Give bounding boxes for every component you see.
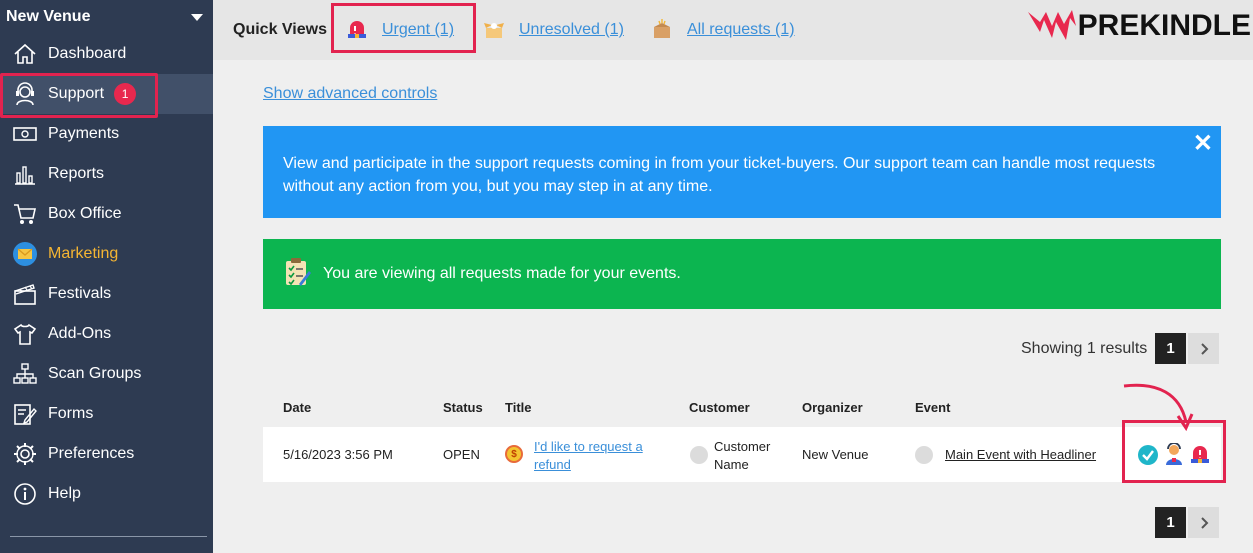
chevron-right-icon xyxy=(1200,342,1208,355)
notice-banner: You are viewing all requests made for yo… xyxy=(263,239,1221,309)
sidebar-item-label: Forms xyxy=(48,405,94,422)
sidebar-item-help[interactable]: Help xyxy=(0,474,213,514)
sidebar-item-label: Preferences xyxy=(48,445,135,462)
sidebar-item-label: Support xyxy=(48,85,105,102)
clipboard-checklist-icon xyxy=(283,257,311,292)
sidebar-item-label: Payments xyxy=(48,125,120,142)
info-banner-text: View and participate in the support requ… xyxy=(283,155,1156,195)
venue-selector[interactable]: New Venue xyxy=(0,0,213,34)
form-edit-icon xyxy=(10,401,40,427)
row-date: 5/16/2023 3:56 PM xyxy=(283,447,393,462)
main-content: Show advanced controls View and particip… xyxy=(213,60,1253,553)
sidebar: New Venue Dashboard Support 1 Payments R… xyxy=(0,0,213,553)
row-title-line2[interactable]: refund xyxy=(534,457,571,472)
prekindle-logo[interactable]: PREKINDLE xyxy=(1026,8,1251,44)
column-header-status[interactable]: Status xyxy=(443,400,483,415)
next-page-button[interactable] xyxy=(1188,333,1219,364)
resolve-check-icon[interactable] xyxy=(1137,444,1159,469)
siren-icon xyxy=(346,18,368,43)
quick-views-label: Quick Views xyxy=(233,21,327,38)
venue-name: New Venue xyxy=(6,8,91,25)
gear-icon xyxy=(10,441,40,467)
quick-view-all-requests-link[interactable]: All requests (1) xyxy=(687,21,795,39)
sidebar-item-preferences[interactable]: Preferences xyxy=(0,434,213,474)
support-agent-icon[interactable] xyxy=(1163,442,1185,468)
next-page-button-bottom[interactable] xyxy=(1188,507,1219,538)
column-header-organizer[interactable]: Organizer xyxy=(802,400,863,415)
row-event[interactable]: Main Event with Headliner xyxy=(945,447,1096,462)
page-button-current-bottom[interactable]: 1 xyxy=(1155,507,1186,538)
quick-view-unresolved[interactable]: Unresolved (1) xyxy=(483,0,624,60)
sidebar-item-label: Festivals xyxy=(48,285,112,302)
quick-view-urgent-link[interactable]: Urgent (1) xyxy=(382,21,454,39)
sidebar-item-marketing[interactable]: Marketing xyxy=(0,234,213,274)
row-status: OPEN xyxy=(443,447,480,462)
notice-banner-text: You are viewing all requests made for yo… xyxy=(323,265,681,282)
sidebar-item-label: Reports xyxy=(48,165,105,182)
cart-icon xyxy=(10,201,40,227)
info-icon xyxy=(10,481,40,507)
results-count: Showing 1 results xyxy=(1021,340,1148,357)
logo-text: PREKINDLE xyxy=(1077,9,1251,42)
sidebar-item-label: Help xyxy=(48,485,81,502)
sidebar-item-support[interactable]: Support 1 xyxy=(0,74,213,114)
quick-view-urgent[interactable]: Urgent (1) xyxy=(346,0,454,60)
column-header-title[interactable]: Title xyxy=(505,400,532,415)
quick-view-all-requests[interactable]: All requests (1) xyxy=(651,0,795,60)
quick-view-unresolved-link[interactable]: Unresolved (1) xyxy=(519,21,624,39)
clapperboard-icon xyxy=(10,281,40,307)
sidebar-item-label: Box Office xyxy=(48,205,122,222)
urgent-siren-icon[interactable] xyxy=(1189,443,1211,468)
tshirt-icon xyxy=(10,321,40,347)
home-icon xyxy=(10,41,40,67)
org-chart-icon xyxy=(10,361,40,387)
chevron-right-icon xyxy=(1200,516,1208,529)
refund-coin-icon: $ xyxy=(505,445,523,463)
banknote-icon xyxy=(10,121,40,147)
sidebar-item-dashboard[interactable]: Dashboard xyxy=(0,34,213,74)
row-title-line1[interactable]: I'd like to request a xyxy=(534,439,643,454)
row-title[interactable]: I'd like to request a refund xyxy=(534,438,643,474)
chevron-down-icon xyxy=(191,13,203,21)
column-header-customer[interactable]: Customer xyxy=(689,400,750,415)
envelope-icon xyxy=(10,241,40,267)
customer-avatar-icon xyxy=(690,446,708,464)
flame-logo-icon xyxy=(1027,10,1076,40)
sidebar-item-label: Scan Groups xyxy=(48,365,142,382)
close-icon[interactable]: ✕ xyxy=(1193,132,1213,156)
sidebar-item-festivals[interactable]: Festivals xyxy=(0,274,213,314)
show-advanced-controls-link[interactable]: Show advanced controls xyxy=(263,85,437,103)
quick-views-bar: Quick Views Urgent (1) Unresolved (1) Al… xyxy=(213,0,1253,60)
column-header-date[interactable]: Date xyxy=(283,400,311,415)
sidebar-item-box-office[interactable]: Box Office xyxy=(0,194,213,234)
info-banner: View and participate in the support requ… xyxy=(263,126,1221,218)
sidebar-divider xyxy=(10,536,207,537)
row-customer: Customer Name xyxy=(714,438,770,474)
row-event-link[interactable]: Main Event with Headliner xyxy=(945,447,1096,462)
sidebar-item-scan-groups[interactable]: Scan Groups xyxy=(0,354,213,394)
row-customer-line1: Customer xyxy=(714,439,771,454)
box-icon xyxy=(651,18,673,43)
table-row[interactable]: 5/16/2023 3:56 PM OPEN $ I'd like to req… xyxy=(263,427,1221,482)
annotation-arrow xyxy=(1123,383,1194,432)
sidebar-item-label: Dashboard xyxy=(48,45,127,62)
notification-badge: 1 xyxy=(114,83,137,105)
sidebar-item-payments[interactable]: Payments xyxy=(0,114,213,154)
row-customer-line2: Name xyxy=(714,457,749,472)
open-box-icon xyxy=(483,18,505,43)
sidebar-item-label: Add-Ons xyxy=(48,325,112,342)
headset-icon xyxy=(10,81,40,107)
event-avatar-icon xyxy=(915,446,933,464)
page-button-current[interactable]: 1 xyxy=(1155,333,1186,364)
sidebar-item-label: Marketing xyxy=(48,245,119,262)
row-organizer: New Venue xyxy=(802,447,869,462)
sidebar-item-reports[interactable]: Reports xyxy=(0,154,213,194)
bar-chart-icon xyxy=(10,161,40,187)
column-header-event[interactable]: Event xyxy=(915,400,950,415)
sidebar-item-add-ons[interactable]: Add-Ons xyxy=(0,314,213,354)
sidebar-item-forms[interactable]: Forms xyxy=(0,394,213,434)
